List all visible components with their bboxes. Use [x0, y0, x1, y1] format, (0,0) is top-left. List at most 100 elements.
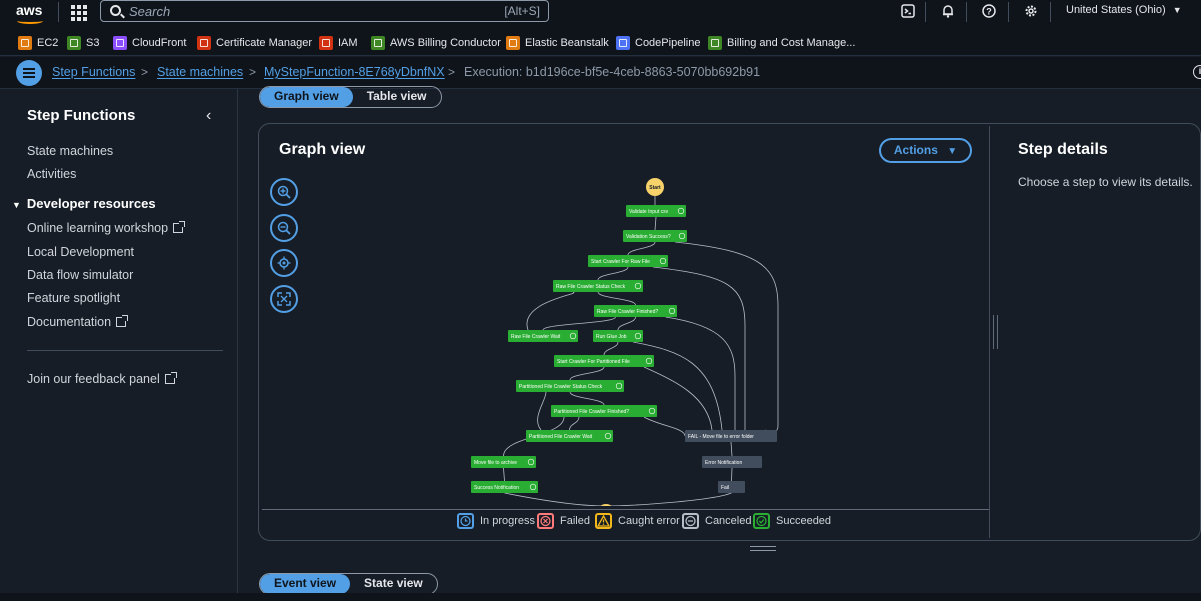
favorite-certificate-manager[interactable]: Certificate Manager — [197, 34, 312, 52]
graph-node-partitioned-file-crawler-wait[interactable]: Partitioned File Crawler Wait — [526, 430, 613, 442]
footer-bar — [0, 593, 1201, 601]
sidebar-item-online-learning-workshop[interactable]: Online learning workshop — [27, 221, 186, 235]
graph-node-raw-file-crawler-wait[interactable]: Raw File Crawler Wait — [508, 330, 578, 342]
legend-item-in-progress: In progress — [457, 513, 535, 529]
graph-node-label: Start Crawler For Raw File — [591, 259, 650, 265]
graph-edge — [597, 291, 636, 306]
graph-edge — [569, 416, 580, 431]
info-icon[interactable]: i — [1193, 65, 1201, 79]
sidebar-divider — [27, 350, 223, 351]
resize-handle[interactable] — [993, 315, 998, 349]
sidebar-item-local-development[interactable]: Local Development — [27, 245, 134, 259]
sidebar-item-feedback-panel[interactable]: Join our feedback panel — [27, 372, 177, 386]
zoom-in-icon[interactable] — [270, 178, 298, 206]
graph-node-label: Run Glue Job — [596, 334, 627, 340]
caret-down-icon: ▼ — [947, 146, 958, 157]
collapse-sidebar-icon[interactable]: ‹ — [206, 107, 211, 125]
fit-icon[interactable] — [270, 285, 298, 313]
warning-icon — [595, 513, 612, 529]
breadcrumb-state-machine[interactable]: MyStepFunction-8E768yDbnfNX — [264, 65, 445, 79]
services-grid-icon[interactable] — [70, 4, 87, 21]
graph-edge — [643, 416, 686, 437]
graph-node-label: Validate Input csv — [629, 209, 669, 215]
aws-logo-text: aws — [16, 2, 43, 18]
cloudshell-icon[interactable] — [900, 4, 916, 20]
sidebar-section-developer-resources[interactable]: ▼ Developer resources — [12, 196, 156, 211]
graph-node-validation-success[interactable]: Validation Success? — [623, 230, 687, 242]
service-icon — [67, 36, 81, 50]
graph-node-label: Start Crawler For Partitioned File — [557, 359, 630, 365]
breadcrumb-state-machines[interactable]: State machines — [157, 65, 243, 79]
graph-node-success-notification[interactable]: Success Notification — [471, 481, 538, 493]
center-icon[interactable] — [270, 249, 298, 277]
search-input[interactable] — [129, 3, 489, 19]
top-navigation-bar: aws [Alt+S] ? United States (Ohio) ▼ — [0, 0, 1201, 30]
svg-text:?: ? — [986, 7, 992, 17]
favorite-elastic-beanstalk[interactable]: Elastic Beanstalk — [506, 34, 609, 52]
graph-node-partitioned-file-crawler-finished[interactable]: Partitioned File Crawler Finished? — [551, 405, 657, 417]
view-toggle: Graph view Table view — [259, 86, 442, 108]
sidebar-item-documentation[interactable]: Documentation — [27, 315, 129, 329]
sidebar: Step Functions ‹ State machines Activiti… — [0, 89, 238, 601]
check-icon — [753, 513, 770, 529]
region-selector[interactable]: United States (Ohio) ▼ — [1066, 4, 1182, 16]
service-icon — [319, 36, 333, 50]
graph-node-label: Success Notification — [474, 485, 519, 491]
chevron-right-icon: > — [141, 65, 149, 79]
favorite-billing-and-cost-manage[interactable]: Billing and Cost Manage... — [708, 34, 855, 52]
x-icon — [537, 513, 554, 529]
gear-icon[interactable] — [1023, 4, 1039, 20]
step-details-title: Step details — [1018, 141, 1108, 158]
state-machine-graph: Start Validate Input csv Validation Succes… — [471, 178, 779, 506]
graph-node-start-crawler-for-raw-file[interactable]: Start Crawler For Raw File — [588, 255, 668, 267]
favorite-aws-billing-conductor[interactable]: AWS Billing Conductor — [371, 34, 501, 52]
zoom-out-icon[interactable] — [270, 214, 298, 242]
favorite-label: CloudFront — [132, 37, 187, 49]
graph-edge — [504, 492, 607, 506]
graph-node-error-notification[interactable]: Error Notification — [702, 456, 762, 468]
sidebar-item-label: Join our feedback panel — [27, 372, 160, 386]
tab-state-view[interactable]: State view — [350, 574, 437, 594]
graph-node-run-glue-job[interactable]: Run Glue Job — [593, 330, 643, 342]
graph-edge — [654, 216, 657, 231]
breadcrumb-step-functions[interactable]: Step Functions — [52, 65, 135, 79]
tab-table-view[interactable]: Table view — [353, 87, 441, 107]
graph-node-raw-file-crawler-finished[interactable]: Raw File Crawler Finished? — [594, 305, 677, 317]
actions-label: Actions — [893, 143, 938, 157]
menu-toggle-button[interactable] — [16, 60, 42, 86]
legend-label: Canceled — [705, 515, 752, 527]
sidebar-item-state-machines[interactable]: State machines — [27, 144, 113, 158]
actions-button[interactable]: Actions ▼ — [879, 138, 972, 163]
service-icon — [18, 36, 32, 50]
graph-node-start-crawler-for-partitioned-file[interactable]: Start Crawler For Partitioned File — [554, 355, 654, 367]
horizontal-resize-handle[interactable] — [750, 546, 776, 551]
graph-node-partitioned-file-crawler-status-check[interactable]: Partitioned File Crawler Status Check — [516, 380, 624, 392]
favorite-codepipeline[interactable]: CodePipeline — [616, 34, 700, 52]
sidebar-item-feature-spotlight[interactable]: Feature spotlight — [27, 291, 120, 305]
sidebar-item-activities[interactable]: Activities — [27, 167, 76, 181]
graph-node-fail[interactable]: Fail — [718, 481, 745, 493]
graph-node-label: Partitioned File Crawler Wait — [529, 434, 593, 440]
legend-label: Succeeded — [776, 515, 832, 527]
sidebar-item-data-flow-simulator[interactable]: Data flow simulator — [27, 268, 133, 282]
favorite-iam[interactable]: IAM — [319, 34, 358, 52]
help-icon[interactable]: ? — [981, 4, 997, 20]
graph-node-fail-move-file-to-error-folder[interactable]: FAIL - Move file to error folder — [685, 430, 777, 442]
graph-node-raw-file-crawler-status-check[interactable]: Raw File Crawler Status Check — [553, 280, 643, 292]
aws-logo[interactable]: aws — [16, 2, 46, 26]
service-icon — [616, 36, 630, 50]
tab-event-view[interactable]: Event view — [260, 574, 351, 594]
bell-icon[interactable] — [940, 4, 956, 20]
graph-edge — [652, 266, 746, 430]
graph-edge — [569, 366, 605, 381]
graph-node-validate-input-csv[interactable]: Validate Input csv — [626, 205, 686, 217]
graph-node-move-file-to-archive[interactable]: Move file to archive — [471, 456, 536, 468]
favorite-label: EC2 — [37, 37, 59, 49]
favorite-cloudfront[interactable]: CloudFront — [113, 34, 186, 52]
graph-edge — [674, 241, 779, 433]
favorite-s3[interactable]: S3 — [67, 34, 99, 52]
favorite-ec2[interactable]: EC2 — [18, 34, 58, 52]
search-box[interactable]: [Alt+S] — [100, 0, 549, 22]
graph-edge — [597, 266, 629, 281]
tab-graph-view[interactable]: Graph view — [260, 87, 353, 107]
